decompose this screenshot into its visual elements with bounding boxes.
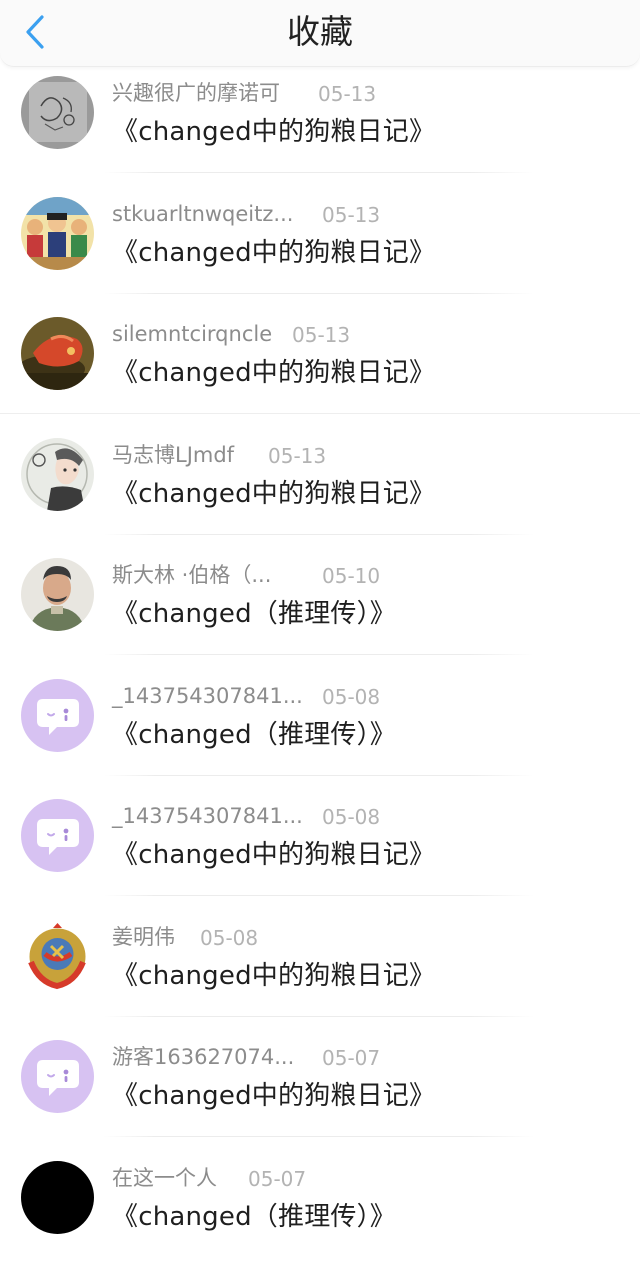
post-title: 《changed（推理传）》 xyxy=(112,717,396,753)
divider xyxy=(104,1136,534,1137)
user-name: 斯大林 ·伯格（... xyxy=(112,562,271,588)
divider xyxy=(104,1016,534,1017)
list-item[interactable]: 兴趣很广的摩诺可 05-13 《changed中的狗粮日记》 xyxy=(0,66,640,187)
post-date: 05-08 xyxy=(200,925,258,951)
top-bar: 收藏 xyxy=(0,0,640,67)
emblem-avatar[interactable] xyxy=(21,920,94,993)
post-date: 05-10 xyxy=(322,563,380,589)
user-name: 兴趣很广的摩诺可 xyxy=(112,80,280,106)
favorites-list: 兴趣很广的摩诺可 05-13 《changed中的狗粮日记》 stkuarltn… xyxy=(0,66,640,1271)
post-date: 05-07 xyxy=(322,1045,380,1071)
list-item[interactable]: 在这一个人 05-07 《changed（推理传）》 xyxy=(0,1151,640,1271)
user-name: silemntcirqncle xyxy=(112,321,272,347)
black-avatar[interactable] xyxy=(21,1161,94,1234)
post-title: 《changed（推理传）》 xyxy=(112,1199,396,1235)
default-chat-avatar[interactable] xyxy=(21,679,94,752)
post-date: 05-13 xyxy=(322,202,380,228)
user-name: 马志博LJmdf xyxy=(112,442,234,468)
post-title: 《changed中的狗粮日记》 xyxy=(112,958,435,994)
divider xyxy=(104,172,534,173)
default-chat-avatar[interactable] xyxy=(21,1040,94,1113)
post-title: 《changed中的狗粮日记》 xyxy=(112,235,435,271)
user-name: 在这一个人 xyxy=(112,1165,217,1191)
post-title: 《changed中的狗粮日记》 xyxy=(112,1078,435,1114)
list-item[interactable]: 姜明伟 05-08 《changed中的狗粮日记》 xyxy=(0,910,640,1031)
sketch-avatar[interactable] xyxy=(21,76,94,149)
divider xyxy=(104,293,534,294)
page-title: 收藏 xyxy=(0,10,640,54)
user-name: 姜明伟 xyxy=(112,924,175,950)
divider xyxy=(0,413,640,414)
post-date: 05-13 xyxy=(292,322,350,348)
post-date: 05-07 xyxy=(248,1166,306,1192)
divider xyxy=(104,654,534,655)
cartoon-group-avatar[interactable] xyxy=(21,197,94,270)
post-date: 05-13 xyxy=(318,81,376,107)
post-date: 05-08 xyxy=(322,684,380,710)
divider xyxy=(104,534,534,535)
list-item[interactable]: 马志博LJmdf 05-13 《changed中的狗粮日记》 xyxy=(0,428,640,549)
divider xyxy=(104,895,534,896)
post-title: 《changed中的狗粮日记》 xyxy=(112,355,435,391)
post-title: 《changed（推理传）》 xyxy=(112,596,396,632)
list-item[interactable]: 游客163627074... 05-07 《changed中的狗粮日记》 xyxy=(0,1030,640,1151)
user-name: _143754307841... xyxy=(112,683,303,709)
list-item[interactable]: _143754307841... 05-08 《changed中的狗粮日记》 xyxy=(0,789,640,910)
anime-character-avatar[interactable] xyxy=(21,438,94,511)
red-dragon-avatar[interactable] xyxy=(21,317,94,390)
list-item[interactable]: _143754307841... 05-08 《changed（推理传）》 xyxy=(0,669,640,790)
default-chat-avatar[interactable] xyxy=(21,799,94,872)
post-date: 05-13 xyxy=(268,443,326,469)
post-title: 《changed中的狗粮日记》 xyxy=(112,476,435,512)
user-name: _143754307841... xyxy=(112,803,303,829)
divider xyxy=(104,775,534,776)
post-title: 《changed中的狗粮日记》 xyxy=(112,837,435,873)
user-name: 游客163627074... xyxy=(112,1044,294,1070)
list-item[interactable]: 斯大林 ·伯格（... 05-10 《changed（推理传）》 xyxy=(0,548,640,669)
list-item[interactable]: stkuarltnwqeitz... 05-13 《changed中的狗粮日记》 xyxy=(0,187,640,308)
list-item[interactable]: silemntcirqncle 05-13 《changed中的狗粮日记》 xyxy=(0,307,640,428)
post-date: 05-08 xyxy=(322,804,380,830)
post-title: 《changed中的狗粮日记》 xyxy=(112,114,435,150)
portrait-avatar[interactable] xyxy=(21,558,94,631)
user-name: stkuarltnwqeitz... xyxy=(112,201,293,227)
